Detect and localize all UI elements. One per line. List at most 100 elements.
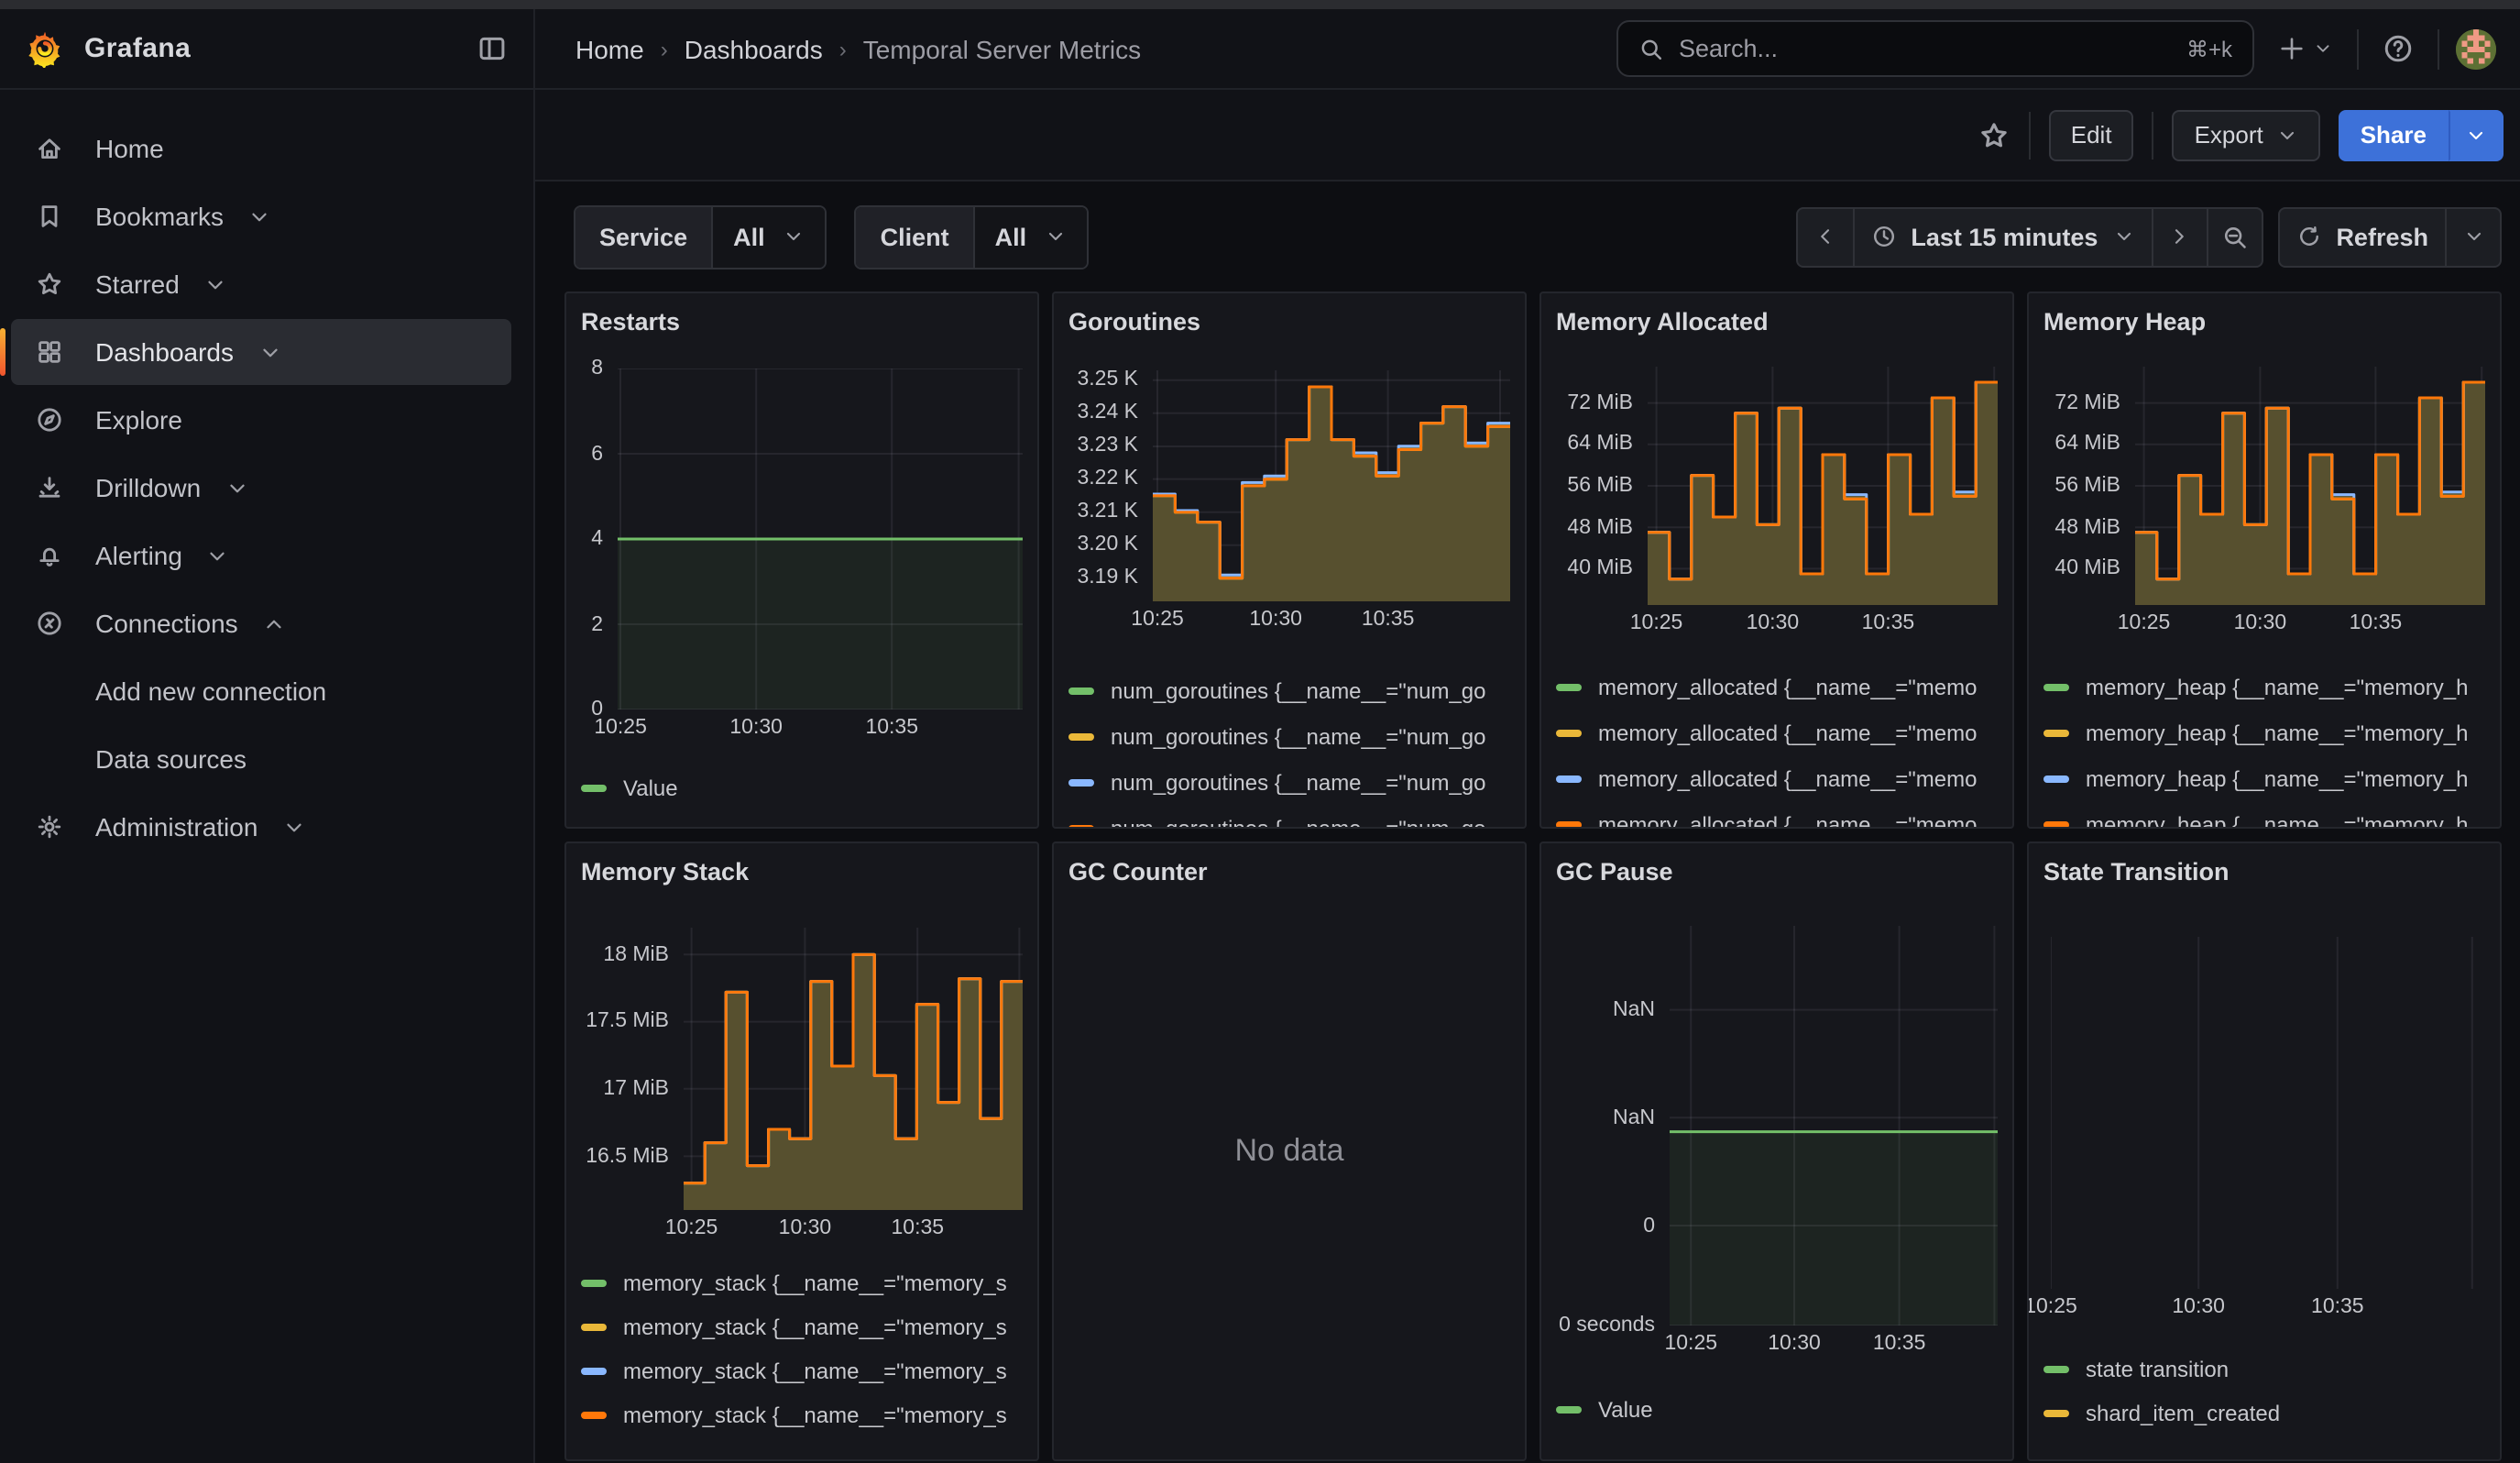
x-axis: 10:2510:3010:35 <box>2051 1289 2485 1326</box>
sidebar-item-home[interactable]: Home <box>11 116 511 182</box>
panel-title[interactable]: GC Pause <box>1556 854 1998 891</box>
plot-area[interactable]: 86420 <box>581 368 1023 710</box>
sidebar-item-drilldown[interactable]: Drilldown <box>11 455 511 521</box>
legend-item[interactable]: memory_heap {__name__="memory_h <box>2043 710 2485 755</box>
sidebar-item-starred[interactable]: Starred <box>11 251 511 317</box>
search-input[interactable]: Search... ⌘+k <box>1616 20 2254 77</box>
sidebar-item-bookmarks[interactable]: Bookmarks <box>11 183 511 249</box>
panel-gc-pause: GC PauseNaNNaN00 seconds10:2510:3010:35V… <box>1539 842 2014 1461</box>
time-back-button[interactable] <box>1797 208 1852 265</box>
panel-title[interactable]: Memory Stack <box>581 854 1023 891</box>
share-menu-button[interactable] <box>2449 109 2504 160</box>
sidebar-item-explore[interactable]: Explore <box>11 387 511 453</box>
y-tick-label: 56 MiB <box>2054 475 2120 497</box>
legend: Value <box>581 764 1023 810</box>
x-tick-label: 10:35 <box>2350 612 2403 634</box>
brand-name: Grafana <box>84 33 191 64</box>
plot-canvas[interactable] <box>684 928 1023 1210</box>
sidebar-item-administration[interactable]: Administration <box>11 794 511 860</box>
chevron-down-icon <box>203 272 227 296</box>
sidebar-item-dashboards[interactable]: Dashboards <box>11 319 511 385</box>
y-tick-label: 3.25 K <box>1078 369 1139 391</box>
plot-area[interactable]: 72 MiB64 MiB56 MiB48 MiB40 MiB <box>2043 367 2485 605</box>
y-axis: 72 MiB64 MiB56 MiB48 MiB40 MiB <box>1556 367 1648 605</box>
legend-item[interactable]: memory_stack {__name__="memory_s <box>581 1393 1023 1437</box>
time-range-button[interactable]: Last 15 minutes <box>1852 208 2151 265</box>
panel-title[interactable]: Memory Heap <box>2043 304 2485 341</box>
time-forward-button[interactable] <box>2151 208 2206 265</box>
plot-canvas[interactable] <box>1670 926 1998 1326</box>
chevron-down-icon <box>2313 38 2333 59</box>
legend-item[interactable]: Value <box>581 764 1023 810</box>
edit-button[interactable]: Edit <box>2049 109 2134 160</box>
breadcrumb-dashboards[interactable]: Dashboards <box>685 34 823 63</box>
legend-item[interactable]: num_goroutines {__name__="num_go <box>1068 805 1510 829</box>
breadcrumb-home[interactable]: Home <box>575 34 644 63</box>
plot-area[interactable]: 3.25 K3.24 K3.23 K3.22 K3.21 K3.20 K3.19… <box>1068 370 1510 601</box>
sidebar-item-label: Drilldown <box>95 473 201 502</box>
gear-icon <box>35 812 64 842</box>
legend-item[interactable]: memory_stack {__name__="memory_s <box>581 1349 1023 1393</box>
sidebar-item-alerting[interactable]: Alerting <box>11 522 511 588</box>
legend-item[interactable]: memory_heap {__name__="memory_h <box>2043 755 2485 801</box>
refresh-interval-button[interactable] <box>2445 208 2500 265</box>
avatar[interactable] <box>2456 28 2496 69</box>
panel-title[interactable]: Restarts <box>581 304 1023 341</box>
zoom-out-button[interactable] <box>2206 208 2261 265</box>
legend-label: num_goroutines {__name__="num_go <box>1111 723 1486 749</box>
export-button[interactable]: Export <box>2173 109 2320 160</box>
legend-item[interactable]: memory_heap {__name__="memory_h <box>2043 664 2485 710</box>
legend-item[interactable]: state transition <box>2043 1348 2485 1392</box>
client-filter-value[interactable]: All <box>975 206 1088 267</box>
plot-area[interactable]: NaNNaN00 seconds <box>1556 926 1998 1326</box>
legend-item[interactable]: memory_stack {__name__="memory_s <box>581 1305 1023 1349</box>
legend-item[interactable]: shard_item_created <box>2043 1392 2485 1436</box>
legend-item[interactable]: memory_allocated {__name__="memo <box>1556 755 1998 801</box>
legend-item[interactable]: memory_allocated {__name__="memo <box>1556 710 1998 755</box>
legend-label: num_goroutines {__name__="num_go <box>1111 769 1486 795</box>
x-tick-label: 10:25 <box>1131 609 1184 631</box>
legend-item[interactable]: memory_stack {__name__="memory_s <box>581 1261 1023 1305</box>
help-button[interactable] <box>2375 21 2421 76</box>
sidebar-item-add-new-connection[interactable]: Add new connection <box>11 658 511 724</box>
legend-color-pill <box>1068 824 1094 829</box>
plot-area[interactable] <box>2043 937 2485 1289</box>
y-tick-label: 17.5 MiB <box>586 1011 669 1033</box>
legend-item[interactable]: memory_allocated {__name__="memo <box>1556 664 1998 710</box>
service-filter-value[interactable]: All <box>713 206 826 267</box>
plot-canvas[interactable] <box>1153 370 1510 601</box>
legend-item[interactable]: num_goroutines {__name__="num_go <box>1068 667 1510 713</box>
plot-canvas[interactable] <box>2135 367 2485 605</box>
star-icon[interactable] <box>1978 118 2011 151</box>
legend-item[interactable]: memory_allocated {__name__="memo <box>1556 801 1998 829</box>
legend-label: memory_stack {__name__="memory_s <box>623 1314 1007 1340</box>
y-tick-label: 3.24 K <box>1078 402 1139 424</box>
plot-area[interactable]: 72 MiB64 MiB56 MiB48 MiB40 MiB <box>1556 367 1998 605</box>
legend-item[interactable]: num_goroutines {__name__="num_go <box>1068 713 1510 759</box>
add-button[interactable] <box>2271 21 2340 76</box>
sidebar-item-data-sources[interactable]: Data sources <box>11 726 511 792</box>
plot-canvas[interactable] <box>2051 937 2485 1289</box>
plot-canvas[interactable] <box>1648 367 1998 605</box>
legend-item[interactable]: memory_heap {__name__="memory_h <box>2043 801 2485 829</box>
share-button[interactable]: Share <box>2339 109 2449 160</box>
plot-area[interactable]: 18 MiB17.5 MiB17 MiB16.5 MiB <box>581 928 1023 1210</box>
y-tick-label: NaN <box>1613 999 1655 1021</box>
sidebar-toggle-icon[interactable] <box>477 33 508 64</box>
panel-title[interactable]: State Transition <box>2043 854 2485 891</box>
legend-item[interactable]: Value <box>1556 1388 1998 1432</box>
sidebar-item-connections[interactable]: Connections <box>11 590 511 656</box>
x-tick-label: 10:35 <box>2311 1296 2364 1318</box>
legend-item[interactable]: num_goroutines {__name__="num_go <box>1068 759 1510 805</box>
panel-title[interactable]: Memory Allocated <box>1556 304 1998 341</box>
grafana-logo <box>26 29 64 68</box>
content: Service All Client All <box>535 182 2520 1463</box>
chevron-down-icon <box>2462 226 2484 248</box>
x-tick-label: 10:25 <box>1664 1333 1717 1355</box>
x-tick-label: 10:25 <box>2118 612 2171 634</box>
brand-area: Grafana <box>0 9 535 88</box>
refresh-button[interactable]: Refresh <box>2279 208 2445 265</box>
legend: num_goroutines {__name__="num_go num_goro… <box>1068 667 1510 829</box>
plot-canvas[interactable] <box>618 368 1023 710</box>
panel-title[interactable]: Goroutines <box>1068 304 1510 341</box>
